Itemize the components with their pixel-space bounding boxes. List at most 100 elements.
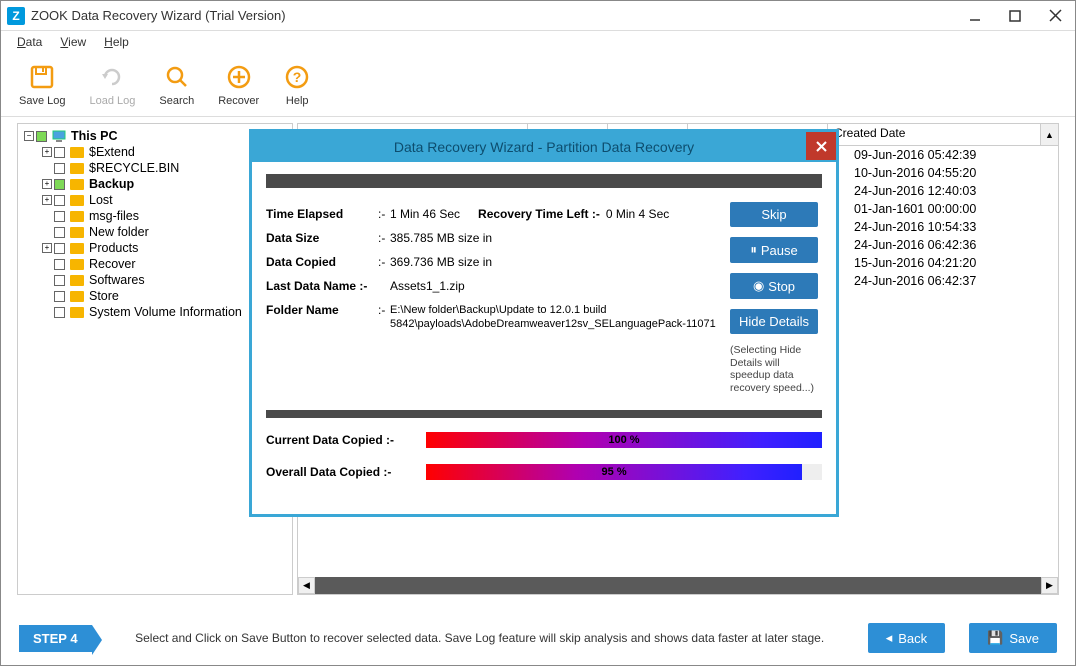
maximize-icon	[1009, 10, 1021, 22]
save-button[interactable]: 💾 Save	[969, 623, 1057, 653]
tree-item[interactable]: +Backup	[24, 176, 286, 192]
hide-details-button[interactable]: Hide Details	[730, 309, 818, 334]
folder-icon	[70, 259, 84, 270]
list-cell-created-date[interactable]: 01-Jan-1601 00:00:00	[846, 200, 1058, 218]
recovery-progress-dialog: Data Recovery Wizard - Partition Data Re…	[249, 129, 839, 517]
collapse-icon[interactable]: −	[24, 131, 34, 141]
folder-icon	[70, 291, 84, 302]
close-button[interactable]	[1035, 1, 1075, 31]
tree-item-label: Store	[89, 289, 119, 303]
maximize-button[interactable]	[995, 1, 1035, 31]
tree-item[interactable]: Softwares	[24, 272, 286, 288]
list-cell-created-date[interactable]: 24-Jun-2016 06:42:37	[846, 272, 1058, 290]
list-cell-created-date[interactable]: 24-Jun-2016 10:54:33	[846, 218, 1058, 236]
tree-item[interactable]: Recover	[24, 256, 286, 272]
checkbox[interactable]	[54, 307, 65, 318]
help-icon: ?	[283, 63, 311, 91]
menu-help[interactable]: Help	[96, 33, 137, 51]
horizontal-scrollbar[interactable]: ◀ ▶	[298, 577, 1058, 594]
column-created-date[interactable]: Created Date	[828, 124, 1041, 145]
save-log-button[interactable]: Save Log	[19, 63, 65, 107]
app-icon: Z	[7, 7, 25, 25]
checkbox[interactable]	[54, 147, 65, 158]
folder-icon	[70, 243, 84, 254]
tree-item[interactable]: msg-files	[24, 208, 286, 224]
folder-icon	[70, 275, 84, 286]
stop-icon: ◉	[753, 278, 764, 294]
tree-item[interactable]: System Volume Information	[24, 304, 286, 320]
folder-icon	[70, 211, 84, 222]
checkbox[interactable]	[54, 243, 65, 254]
list-cell-created-date[interactable]: 10-Jun-2016 04:55:20	[846, 164, 1058, 182]
pause-button[interactable]: ⏸Pause	[730, 237, 818, 263]
back-button[interactable]: ◂ Back	[868, 623, 945, 653]
footer-hint: Select and Click on Save Button to recov…	[106, 631, 854, 645]
scroll-right-icon[interactable]: ▶	[1041, 577, 1058, 594]
data-copied-label: Data Copied	[266, 255, 378, 269]
folder-icon	[70, 227, 84, 238]
list-cell-created-date[interactable]: 24-Jun-2016 06:42:36	[846, 236, 1058, 254]
last-data-name-value: Assets1_1.zip	[390, 279, 722, 293]
help-button[interactable]: ? Help	[283, 63, 311, 107]
close-icon	[1049, 9, 1062, 22]
tree-item[interactable]: New folder	[24, 224, 286, 240]
scroll-up-icon[interactable]: ▲	[1041, 124, 1058, 145]
checkbox[interactable]	[54, 275, 65, 286]
list-cell-created-date[interactable]: 15-Jun-2016 04:21:20	[846, 254, 1058, 272]
scroll-left-icon[interactable]: ◀	[298, 577, 315, 594]
load-log-button[interactable]: Load Log	[89, 63, 135, 107]
menu-data[interactable]: Data	[9, 33, 50, 51]
checkbox[interactable]	[54, 291, 65, 302]
expand-icon[interactable]: +	[42, 179, 52, 189]
folder-name-value: E:\New folder\Backup\Update to 12.0.1 bu…	[390, 303, 722, 332]
menu-view[interactable]: View	[52, 33, 94, 51]
time-elapsed-value: 1 Min 46 Sec	[390, 207, 460, 221]
search-icon	[163, 63, 191, 91]
checkbox[interactable]	[54, 179, 65, 190]
overall-progress-value: 95 %	[426, 464, 802, 480]
pause-icon: ⏸	[750, 242, 757, 258]
expand-icon[interactable]: +	[42, 147, 52, 157]
close-icon	[816, 141, 827, 152]
title-bar: Z ZOOK Data Recovery Wizard (Trial Versi…	[1, 1, 1075, 31]
folder-name-label: Folder Name	[266, 303, 378, 332]
chevron-left-icon: ◂	[886, 630, 893, 646]
expand-icon[interactable]: +	[42, 195, 52, 205]
menu-bar: Data View Help	[1, 31, 1075, 53]
tree-item-label: $RECYCLE.BIN	[89, 161, 179, 175]
tree-item[interactable]: +Products	[24, 240, 286, 256]
current-copied-label: Current Data Copied :-	[266, 433, 426, 447]
tree-item[interactable]: $RECYCLE.BIN	[24, 160, 286, 176]
overall-copied-label: Overall Data Copied :-	[266, 465, 426, 479]
tree-item[interactable]: +$Extend	[24, 144, 286, 160]
step-badge: STEP 4	[19, 625, 92, 652]
dialog-title-bar[interactable]: Data Recovery Wizard - Partition Data Re…	[252, 132, 836, 162]
tree-item-label: Lost	[89, 193, 113, 207]
checkbox[interactable]	[36, 131, 47, 142]
tree-item-label: Softwares	[89, 273, 145, 287]
tree-item[interactable]: Store	[24, 288, 286, 304]
stop-button[interactable]: ◉Stop	[730, 273, 818, 299]
minimize-button[interactable]	[955, 1, 995, 31]
checkbox[interactable]	[54, 259, 65, 270]
checkbox[interactable]	[54, 227, 65, 238]
folder-icon	[70, 147, 84, 158]
search-button[interactable]: Search	[159, 63, 194, 107]
list-cell-created-date[interactable]: 09-Jun-2016 05:42:39	[846, 146, 1058, 164]
dialog-close-button[interactable]	[806, 132, 836, 160]
tree-item[interactable]: + Lost	[24, 192, 286, 208]
list-cell-created-date[interactable]: 24-Jun-2016 12:40:03	[846, 182, 1058, 200]
divider-bar	[266, 410, 822, 418]
recovery-time-left-value: 0 Min 4 Sec	[606, 207, 669, 221]
dialog-title: Data Recovery Wizard - Partition Data Re…	[394, 139, 694, 155]
search-label: Search	[159, 95, 194, 107]
recover-button[interactable]: Recover	[218, 63, 259, 107]
toolbar: Save Log Load Log Search Recover ? Help	[1, 53, 1075, 117]
checkbox[interactable]	[54, 163, 65, 174]
last-data-name-label: Last Data Name :-	[266, 279, 390, 293]
checkbox[interactable]	[54, 211, 65, 222]
checkbox[interactable]	[54, 195, 65, 206]
skip-button[interactable]: Skip	[730, 202, 818, 227]
expand-icon[interactable]: +	[42, 243, 52, 253]
tree-root[interactable]: − This PC	[24, 128, 286, 144]
